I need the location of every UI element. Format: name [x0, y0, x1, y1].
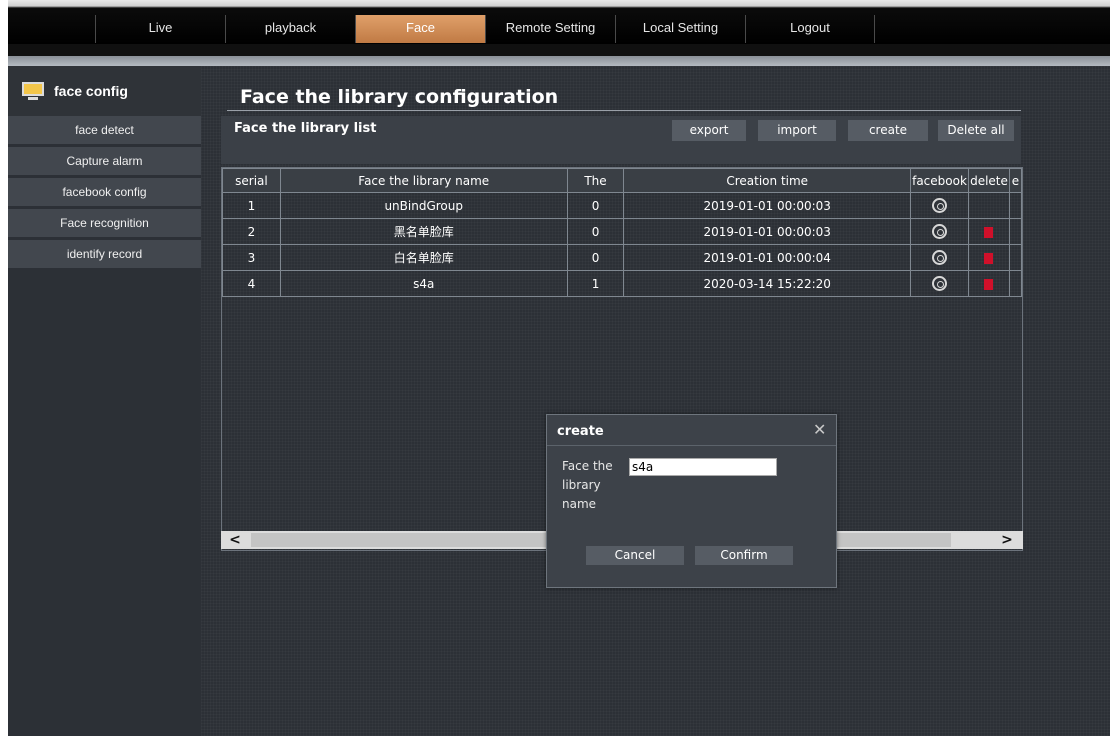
trash-icon[interactable]: [984, 252, 994, 264]
panel-title: Face the library list: [234, 121, 377, 136]
cell-delete: [968, 244, 1010, 271]
col-count[interactable]: The: [566, 168, 625, 193]
export-button[interactable]: export: [672, 120, 746, 141]
table-row[interactable]: 2 黑名单脸库 0 2019-01-01 00:00:03: [222, 218, 1022, 245]
cancel-button[interactable]: Cancel: [586, 546, 684, 565]
nav-playback[interactable]: playback: [225, 15, 355, 43]
cell-time: 2019-01-01 00:00:03: [623, 192, 912, 219]
cell-delete: [968, 270, 1010, 297]
cell-extra: [1008, 218, 1022, 245]
import-button[interactable]: import: [758, 120, 836, 141]
cell-serial: 2: [222, 218, 281, 245]
main-menu: Live playback Face Remote Setting Local …: [95, 15, 875, 43]
cell-serial: 3: [222, 244, 281, 271]
cell-extra: [1008, 244, 1022, 271]
cell-facebook: [910, 218, 969, 245]
table-row[interactable]: 4 s4a 1 2020-03-14 15:22:20: [222, 270, 1022, 297]
col-creation-time[interactable]: Creation time: [623, 168, 912, 193]
cell-count: 0: [566, 192, 625, 219]
col-serial[interactable]: serial: [222, 168, 281, 193]
sidebar-item-facebook-config[interactable]: facebook config: [8, 178, 201, 206]
main-content: Face the library configuration Face the …: [201, 66, 1110, 736]
cell-serial: 1: [222, 192, 281, 219]
close-icon[interactable]: ✕: [813, 420, 826, 439]
cell-name: 白名单脸库: [279, 244, 568, 271]
monitor-icon: [22, 82, 44, 100]
nav-remote-setting[interactable]: Remote Setting: [485, 15, 615, 43]
nav-local-setting[interactable]: Local Setting: [615, 15, 745, 43]
col-extra[interactable]: e: [1008, 168, 1022, 193]
sidebar-item-face-detect[interactable]: face detect: [8, 116, 201, 144]
top-nav-bar: Live playback Face Remote Setting Local …: [8, 0, 1110, 56]
cell-delete: [968, 192, 1010, 219]
trash-icon[interactable]: [984, 226, 994, 238]
cell-count: 0: [566, 218, 625, 245]
cell-extra: [1008, 270, 1022, 297]
col-facebook[interactable]: facebook: [910, 168, 969, 193]
trash-icon[interactable]: [984, 278, 994, 290]
cell-extra: [1008, 192, 1022, 219]
dialog-divider: [547, 445, 836, 446]
cell-serial: 4: [222, 270, 281, 297]
nav-live[interactable]: Live: [95, 15, 225, 43]
settings-gear-icon[interactable]: [932, 276, 947, 291]
cell-time: 2020-03-14 15:22:20: [623, 270, 912, 297]
col-delete[interactable]: delete: [968, 168, 1010, 193]
table-row[interactable]: 1 unBindGroup 0 2019-01-01 00:00:03: [222, 192, 1022, 219]
settings-gear-icon[interactable]: [932, 250, 947, 265]
cell-facebook: [910, 192, 969, 219]
create-button[interactable]: create: [848, 120, 928, 141]
dialog-title: create: [557, 424, 604, 439]
nav-face[interactable]: Face: [355, 15, 485, 43]
title-divider: [227, 110, 1021, 111]
table-header-row: serial Face the library name The Creatio…: [222, 168, 1022, 193]
create-dialog: create ✕ Face the library name Cancel Co…: [546, 414, 837, 588]
nav-bottom-strip: [8, 44, 1110, 56]
scroll-right-arrow-icon[interactable]: >: [993, 531, 1021, 549]
library-name-label: Face the library name: [562, 459, 613, 511]
table-row[interactable]: 3 白名单脸库 0 2019-01-01 00:00:04: [222, 244, 1022, 271]
library-name-input[interactable]: [629, 458, 777, 476]
sidebar-item-face-recognition[interactable]: Face recognition: [8, 209, 201, 237]
cell-facebook: [910, 244, 969, 271]
cell-name: s4a: [279, 270, 568, 297]
cell-facebook: [910, 270, 969, 297]
cell-delete: [968, 218, 1010, 245]
header-divider: [8, 56, 1110, 66]
settings-gear-icon[interactable]: [932, 224, 947, 239]
sidebar-item-capture-alarm[interactable]: Capture alarm: [8, 147, 201, 175]
cell-name: unBindGroup: [279, 192, 568, 219]
cell-name: 黑名单脸库: [279, 218, 568, 245]
sidebar-header: face config: [8, 66, 201, 116]
nav-logout[interactable]: Logout: [745, 15, 875, 43]
scroll-left-arrow-icon[interactable]: <: [221, 531, 249, 549]
sidebar-title: face config: [54, 83, 128, 99]
settings-gear-icon[interactable]: [932, 198, 947, 213]
confirm-button[interactable]: Confirm: [695, 546, 793, 565]
sidebar: face config face detect Capture alarm fa…: [8, 66, 201, 736]
sidebar-item-identify-record[interactable]: identify record: [8, 240, 201, 268]
cell-count: 0: [566, 244, 625, 271]
cell-time: 2019-01-01 00:00:03: [623, 218, 912, 245]
page-title: Face the library configuration: [240, 86, 559, 108]
library-table: serial Face the library name The Creatio…: [222, 168, 1022, 297]
col-library-name[interactable]: Face the library name: [279, 168, 568, 193]
cell-count: 1: [566, 270, 625, 297]
cell-time: 2019-01-01 00:00:04: [623, 244, 912, 271]
library-list-header: Face the library list export import crea…: [221, 116, 1021, 164]
delete-all-button[interactable]: Delete all: [938, 120, 1014, 141]
